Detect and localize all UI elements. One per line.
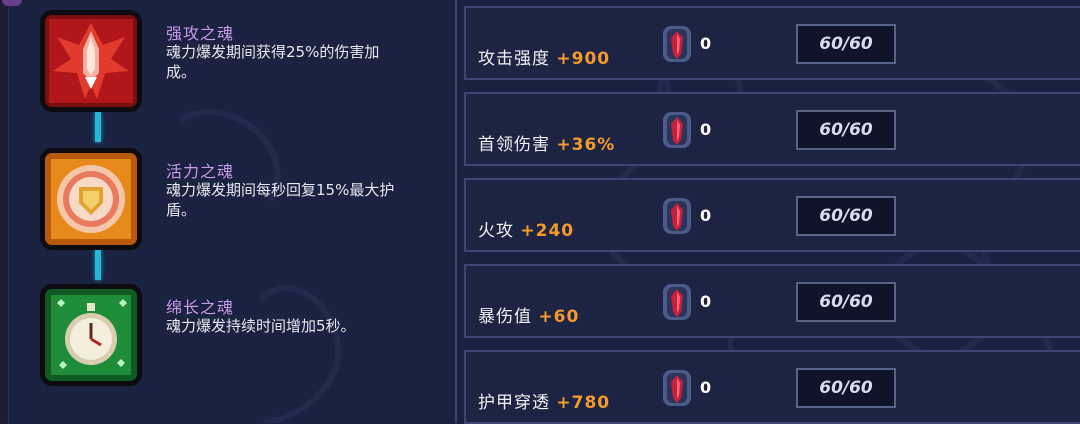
soul-description-line: 魂力爆发期间每秒回复15%最大护 bbox=[166, 181, 395, 199]
soul-description-line: 盾。 bbox=[166, 201, 197, 219]
stat-label: 首领伤害 +36% bbox=[478, 130, 615, 155]
soul-entry-endurance[interactable]: 绵长之魂 魂力爆发持续时间增加5秒。 bbox=[40, 284, 460, 404]
green-stopwatch-icon[interactable] bbox=[40, 284, 142, 386]
gem-count: 0 bbox=[700, 378, 712, 397]
corner-ornament bbox=[2, 0, 22, 6]
soul-description-line: 魂力爆发期间获得25%的伤害加 bbox=[166, 43, 380, 61]
stat-label: 暴伤值 +60 bbox=[478, 302, 579, 327]
stat-bonus: +240 bbox=[520, 221, 575, 241]
stat-name: 首领伤害 bbox=[478, 135, 550, 155]
soul-gem-icon bbox=[663, 198, 691, 234]
soul-description: 魂力爆发期间获得25%的伤害加 成。 bbox=[166, 42, 446, 82]
soul-title: 强攻之魂 bbox=[166, 24, 235, 43]
red-flame-icon[interactable] bbox=[40, 10, 142, 112]
soul-description-line: 魂力爆发持续时间增加5秒。 bbox=[166, 317, 356, 335]
stat-cap-box[interactable]: 60/60 bbox=[796, 24, 896, 64]
stat-name: 护甲穿透 bbox=[478, 393, 550, 413]
stat-row-fire-attack[interactable]: 火攻 +240 0 60/60 bbox=[464, 178, 1080, 252]
stat-cap-box[interactable]: 60/60 bbox=[796, 196, 896, 236]
gem-count: 0 bbox=[700, 120, 712, 139]
soul-entry-vitality[interactable]: 活力之魂 魂力爆发期间每秒回复15%最大护 盾。 bbox=[40, 148, 460, 268]
stat-cap-box[interactable]: 60/60 bbox=[796, 282, 896, 322]
soul-gem-icon bbox=[663, 112, 691, 148]
stat-name: 攻击强度 bbox=[478, 49, 550, 69]
stat-label: 火攻 +240 bbox=[478, 216, 574, 241]
stat-bonus: +36% bbox=[556, 135, 616, 155]
soul-entry-power[interactable]: 强攻之魂 魂力爆发期间获得25%的伤害加 成。 bbox=[40, 10, 460, 130]
stat-cap-box[interactable]: 60/60 bbox=[796, 110, 896, 150]
stat-bonus: +780 bbox=[556, 393, 611, 413]
soul-description-line: 成。 bbox=[166, 63, 197, 81]
orange-shield-icon[interactable] bbox=[40, 148, 142, 250]
soul-title: 绵长之魂 bbox=[166, 298, 235, 317]
stat-row-crit-damage[interactable]: 暴伤值 +60 0 60/60 bbox=[464, 264, 1080, 338]
soul-title: 活力之魂 bbox=[166, 162, 235, 181]
soul-gem-icon bbox=[663, 26, 691, 62]
gem-count: 0 bbox=[700, 206, 712, 225]
stat-name: 火攻 bbox=[478, 221, 514, 241]
soul-gem-icon bbox=[663, 370, 691, 406]
stat-row-boss-damage[interactable]: 首领伤害 +36% 0 60/60 bbox=[464, 92, 1080, 166]
stat-name: 暴伤值 bbox=[478, 307, 532, 327]
stat-label: 护甲穿透 +780 bbox=[478, 388, 610, 413]
gem-count: 0 bbox=[700, 292, 712, 311]
stat-cap-box[interactable]: 60/60 bbox=[796, 368, 896, 408]
stat-row-armor-penetration[interactable]: 护甲穿透 +780 0 60/60 bbox=[464, 350, 1080, 424]
left-edge-strip bbox=[0, 0, 9, 423]
gem-count: 0 bbox=[700, 34, 712, 53]
stat-row-attack[interactable]: 攻击强度 +900 0 60/60 bbox=[464, 6, 1080, 80]
soul-description: 魂力爆发期间每秒回复15%最大护 盾。 bbox=[166, 180, 446, 220]
soul-gem-icon bbox=[663, 284, 691, 320]
stat-bonus: +60 bbox=[538, 307, 580, 327]
soul-description: 魂力爆发持续时间增加5秒。 bbox=[166, 316, 446, 336]
stat-label: 攻击强度 +900 bbox=[478, 44, 610, 69]
stat-bonus: +900 bbox=[556, 49, 611, 69]
